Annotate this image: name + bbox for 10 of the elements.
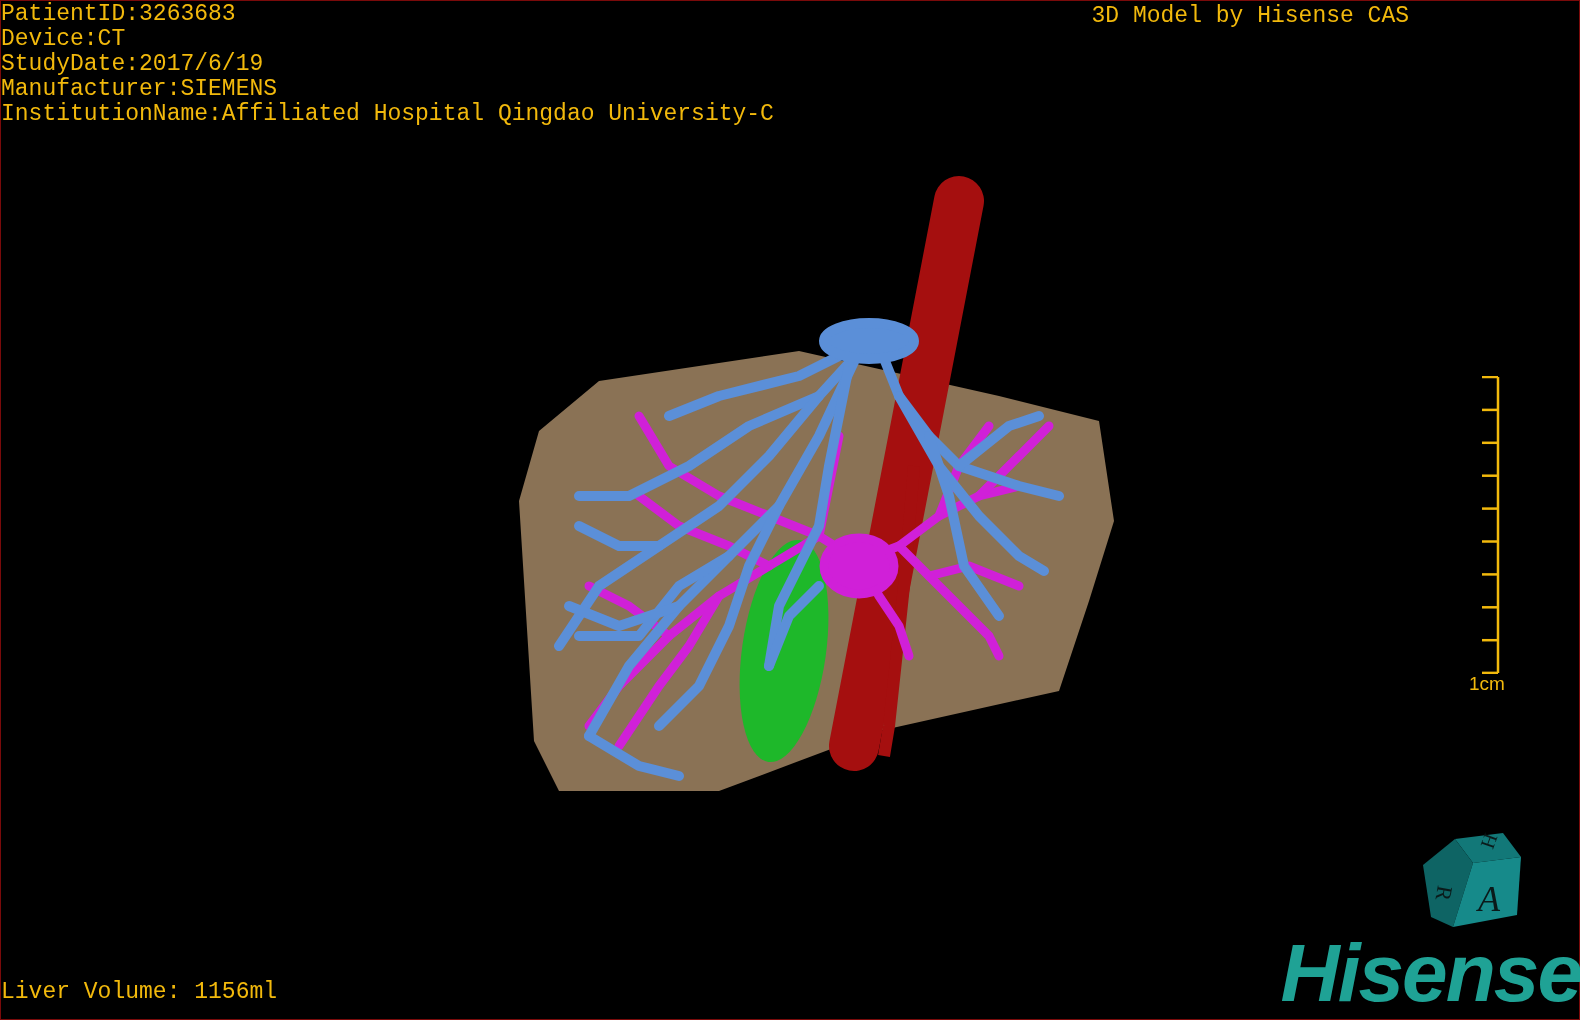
patient-info-text: Device:CT [1,27,127,52]
liver-volume-text: Liver Volume: 1156ml [1,979,278,1007]
patient-info-text: InstitutionName:Affiliated Hospital Qingdao University-C [1,102,774,127]
patient-info-text: StudyDate:2017/6/19 [1,52,265,77]
patient-info-text: PatientID:3263683 [1,2,237,27]
patient-info-text: Manufacturer:SIEMENS [1,77,279,102]
scale-label: 1cm [1469,674,1505,694]
viewer-title: 3D Model by Hisense CAS [1091,2,1409,31]
scale-ruler-icon [1480,376,1501,674]
orientation-cube: H R A [1423,831,1523,927]
